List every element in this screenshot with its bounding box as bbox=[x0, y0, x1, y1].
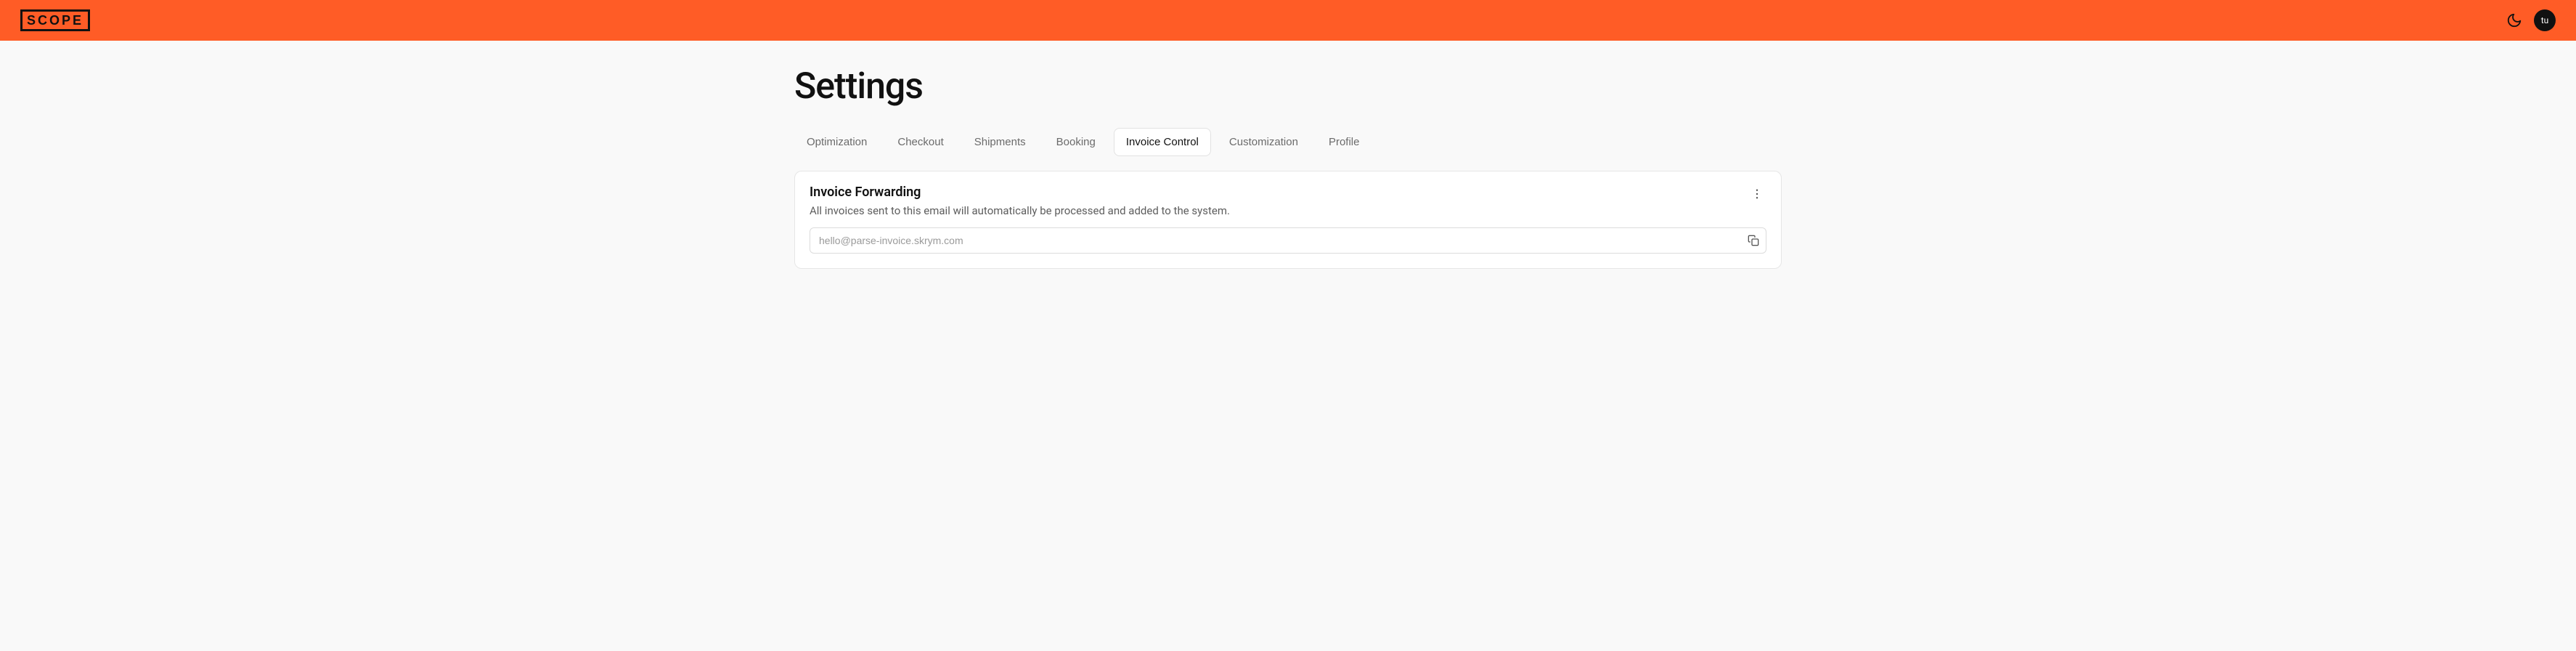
tab-optimization[interactable]: Optimization bbox=[794, 128, 879, 156]
header-actions: tu bbox=[2506, 9, 2556, 31]
tab-profile[interactable]: Profile bbox=[1316, 128, 1372, 156]
avatar[interactable]: tu bbox=[2534, 9, 2556, 31]
tab-label: Booking bbox=[1056, 136, 1096, 148]
avatar-label: tu bbox=[2541, 15, 2549, 25]
settings-tabs: Optimization Checkout Shipments Booking … bbox=[794, 128, 1782, 156]
copy-icon bbox=[1748, 235, 1759, 246]
tab-label: Shipments bbox=[974, 136, 1026, 148]
tab-label: Profile bbox=[1329, 136, 1360, 148]
tab-label: Customization bbox=[1229, 136, 1298, 148]
tab-label: Checkout bbox=[897, 136, 943, 148]
invoice-forwarding-card: Invoice Forwarding All invoices sent to … bbox=[794, 171, 1782, 269]
moon-icon bbox=[2506, 12, 2522, 28]
tab-label: Invoice Control bbox=[1126, 136, 1199, 148]
card-description: All invoices sent to this email will aut… bbox=[810, 204, 1230, 217]
email-input-wrap bbox=[810, 227, 1766, 254]
copy-email-button[interactable] bbox=[1745, 232, 1762, 249]
card-more-button[interactable] bbox=[1748, 185, 1766, 203]
card-heading-block: Invoice Forwarding All invoices sent to … bbox=[810, 185, 1230, 227]
theme-toggle[interactable] bbox=[2506, 12, 2522, 28]
page-title: Settings bbox=[794, 65, 1782, 108]
forwarding-email-input[interactable] bbox=[810, 227, 1766, 254]
logo-text: SCOPE bbox=[20, 9, 90, 31]
card-title: Invoice Forwarding bbox=[810, 185, 1230, 200]
tab-customization[interactable]: Customization bbox=[1217, 128, 1311, 156]
tab-label: Optimization bbox=[807, 136, 867, 148]
app-header: SCOPE tu bbox=[0, 0, 2576, 41]
page-container: Settings Optimization Checkout Shipments… bbox=[794, 41, 1782, 298]
more-vertical-icon bbox=[1750, 187, 1764, 201]
tab-invoice-control[interactable]: Invoice Control bbox=[1114, 128, 1211, 156]
card-header: Invoice Forwarding All invoices sent to … bbox=[810, 185, 1766, 227]
tab-shipments[interactable]: Shipments bbox=[962, 128, 1038, 156]
tab-checkout[interactable]: Checkout bbox=[885, 128, 955, 156]
tab-booking[interactable]: Booking bbox=[1044, 128, 1108, 156]
logo[interactable]: SCOPE bbox=[20, 13, 90, 28]
